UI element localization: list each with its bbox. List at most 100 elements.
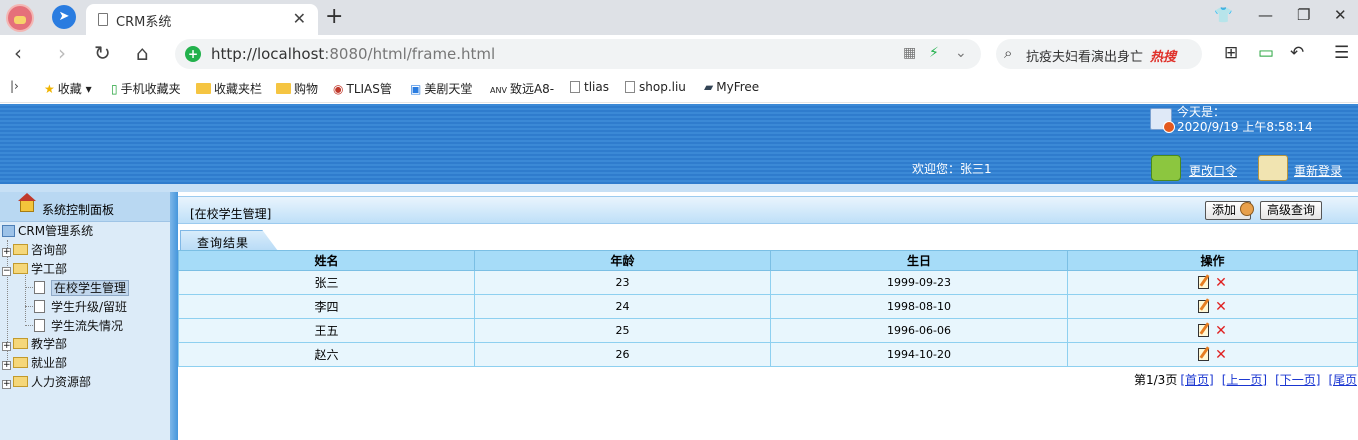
- bookmark-zhiyuan[interactable]: ANV 致远A8-: [490, 80, 554, 97]
- tree-item-employment[interactable]: + 就业部: [2, 354, 67, 372]
- first-page-link[interactable]: [首页]: [1180, 373, 1213, 387]
- cell-name: 李四: [178, 294, 475, 319]
- tab-title: CRM系统: [116, 15, 172, 30]
- current-datetime: 2020/9/19 上午8:58:14: [1177, 120, 1313, 134]
- bookmark-shop[interactable]: shop.liu: [625, 80, 686, 94]
- expand-icon: +: [2, 379, 11, 389]
- tree-item-student-affairs[interactable]: − 学工部: [2, 260, 67, 278]
- bookmark-myfree[interactable]: ▰ MyFree: [704, 80, 759, 94]
- next-page-link[interactable]: [下一页]: [1275, 373, 1320, 387]
- date-display: 今天是： 2020/9/19 上午8:58:14: [1177, 105, 1313, 135]
- navigation-icon[interactable]: ➤: [52, 5, 76, 29]
- document-icon: [34, 319, 45, 332]
- tree-item-teaching[interactable]: + 教学部: [2, 335, 67, 353]
- content-titlebar: [在校学生管理] 添加 高级查询: [178, 196, 1358, 224]
- cell-age: 26: [474, 342, 771, 367]
- bookmark-tlias[interactable]: tlias: [570, 80, 609, 94]
- battery-icon[interactable]: ▭: [1258, 43, 1274, 63]
- menu-icon[interactable]: ☰: [1334, 43, 1349, 63]
- restore-button[interactable]: ❐: [1297, 6, 1310, 24]
- change-password-link[interactable]: 更改口令: [1189, 162, 1237, 179]
- control-panel-header[interactable]: 系统控制面板: [0, 192, 170, 222]
- chevron-down-icon[interactable]: ⌄: [955, 45, 967, 61]
- last-page-link[interactable]: [尾页]: [1328, 373, 1358, 387]
- address-bar[interactable]: + http://localhost:8080/html/frame.html …: [175, 39, 981, 69]
- tree-item-loss[interactable]: 学生流失情况: [34, 317, 123, 335]
- relogin-link[interactable]: 重新登录: [1294, 162, 1342, 179]
- folder-icon: [13, 357, 28, 368]
- edit-icon[interactable]: [1198, 347, 1210, 361]
- control-panel-label: 系统控制面板: [42, 203, 115, 217]
- close-window-button[interactable]: ✕: [1334, 6, 1347, 24]
- table-row: 王五 25 1996-06-06 ✕: [178, 318, 1358, 343]
- calendar-clock-icon: [1150, 108, 1175, 133]
- forward-button[interactable]: ›: [58, 41, 66, 65]
- page-status: 第1/3页: [1134, 373, 1178, 387]
- cell-actions: ✕: [1067, 294, 1358, 319]
- cell-actions: ✕: [1067, 318, 1358, 343]
- computer-icon: [2, 225, 15, 237]
- today-label: 今天是：: [1177, 105, 1226, 119]
- header-divider: [0, 184, 1358, 192]
- edit-icon[interactable]: [1198, 275, 1210, 289]
- delete-icon[interactable]: ✕: [1215, 348, 1227, 362]
- tree-item-in-school[interactable]: 在校学生管理: [34, 279, 130, 297]
- change-password-icon: [1151, 155, 1181, 181]
- tree-item-upgrade[interactable]: 学生升级/留班: [34, 298, 127, 316]
- new-tab-button[interactable]: +: [325, 4, 343, 30]
- sidebar-toggle-icon[interactable]: |›: [10, 79, 19, 93]
- cell-birthday: 1998-08-10: [770, 294, 1068, 319]
- user-avatar[interactable]: [6, 4, 34, 32]
- column-header-birthday: 生日: [770, 250, 1068, 271]
- close-tab-icon[interactable]: ✕: [293, 9, 306, 28]
- delete-icon[interactable]: ✕: [1215, 324, 1227, 338]
- edit-icon[interactable]: [1198, 323, 1210, 337]
- home-button[interactable]: ⌂: [136, 41, 149, 65]
- sidebar-splitter[interactable]: [170, 192, 178, 440]
- tree-root[interactable]: CRM管理系统: [2, 222, 93, 240]
- tree-item-hr[interactable]: + 人力资源部: [2, 373, 91, 391]
- delete-icon[interactable]: ✕: [1215, 276, 1227, 290]
- shirt-icon[interactable]: 👕: [1214, 6, 1233, 24]
- reload-button[interactable]: ↻: [94, 41, 111, 65]
- folder-icon: [13, 338, 28, 349]
- security-shield-icon: +: [185, 46, 201, 62]
- cell-name: 赵六: [178, 342, 475, 367]
- back-button[interactable]: ‹: [14, 41, 22, 65]
- advanced-search-button[interactable]: 高级查询: [1260, 201, 1323, 220]
- search-box[interactable]: ⌕ 抗疫夫妇看演出身亡 热搜: [996, 39, 1202, 69]
- minimize-button[interactable]: —: [1258, 6, 1273, 24]
- browser-tab[interactable]: CRM系统 ✕: [86, 4, 318, 35]
- tab-query-results[interactable]: 查询结果: [180, 230, 278, 251]
- table-row: 张三 23 1999-09-23 ✕: [178, 270, 1358, 295]
- address-toolbar: ‹ › ↻ ⌂ + http://localhost:8080/html/fra…: [0, 35, 1358, 73]
- relogin-icon: [1258, 155, 1288, 181]
- search-query: 抗疫夫妇看演出身亡: [1026, 50, 1144, 65]
- bookmark-favorites[interactable]: ★ 收藏 ▾: [44, 80, 92, 97]
- tree-item-consult[interactable]: + 咨询部: [2, 241, 67, 259]
- bookmark-folder-bar[interactable]: 收藏夹栏: [196, 80, 262, 97]
- page-icon: [98, 13, 108, 26]
- expand-icon: +: [2, 247, 11, 257]
- bookmark-meiju[interactable]: ▣ 美剧天堂: [410, 80, 472, 97]
- delete-icon[interactable]: ✕: [1215, 300, 1227, 314]
- bookmark-tlias-manage[interactable]: ◉ TLIAS管: [333, 80, 392, 97]
- hot-search-badge: 热搜: [1150, 50, 1177, 65]
- table-row: 李四 24 1998-08-10 ✕: [178, 294, 1358, 319]
- add-button[interactable]: 添加: [1205, 201, 1255, 220]
- table-row: 赵六 26 1994-10-20 ✕: [178, 342, 1358, 367]
- lightning-icon[interactable]: ⚡: [929, 45, 939, 61]
- table-header-row: 姓名 年龄 生日 操作: [178, 250, 1358, 271]
- qr-code-icon[interactable]: ▦: [903, 45, 916, 61]
- prev-page-link[interactable]: [上一页]: [1222, 373, 1267, 387]
- undo-icon[interactable]: ↶: [1290, 43, 1304, 63]
- column-header-actions: 操作: [1067, 250, 1358, 271]
- bookmark-shopping[interactable]: 购物: [276, 80, 318, 97]
- document-icon: [34, 300, 45, 313]
- bookmark-mobile[interactable]: ▯ 手机收藏夹: [111, 80, 181, 97]
- apps-grid-icon[interactable]: ⊞: [1224, 43, 1238, 63]
- pagination: 第1/3页[首页] [上一页] [下一页] [尾页]: [1134, 371, 1358, 388]
- cell-actions: ✕: [1067, 270, 1358, 295]
- edit-icon[interactable]: [1198, 299, 1210, 313]
- search-icon: ⌕: [1004, 44, 1013, 62]
